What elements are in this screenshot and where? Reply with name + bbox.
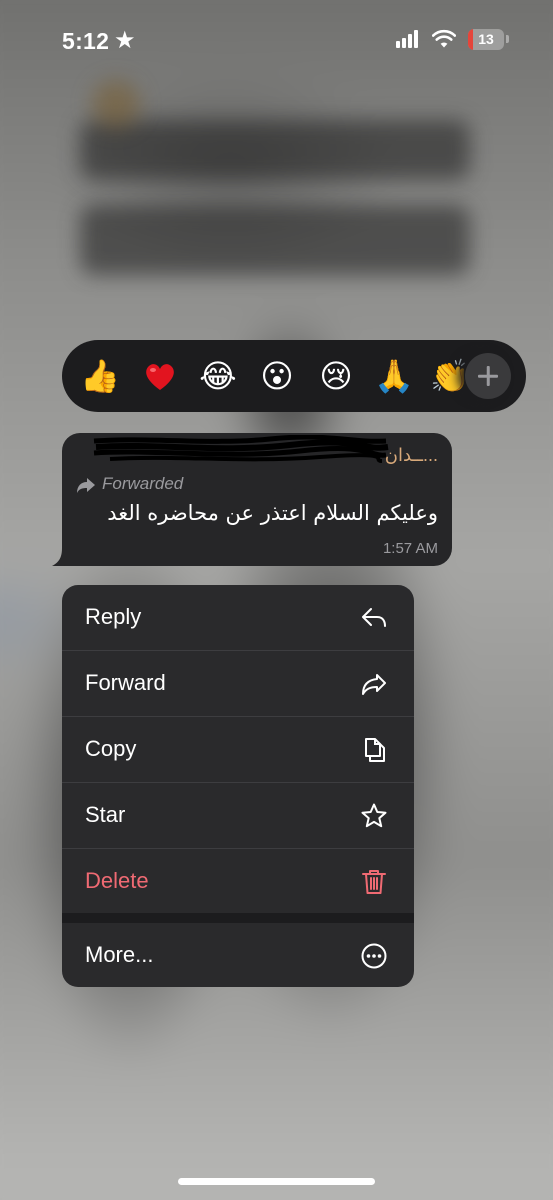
menu-item-forward[interactable]: Forward — [62, 651, 414, 717]
reply-icon — [362, 608, 386, 627]
more-ellipsis-icon — [361, 943, 387, 969]
forwarded-label: Forwarded — [102, 474, 184, 493]
menu-item-label: Star — [85, 802, 126, 827]
add-reaction-button[interactable] — [465, 353, 511, 399]
menu-item-delete[interactable]: Delete — [62, 849, 414, 915]
message-time: 1:57 AM — [382, 540, 438, 557]
reaction-surprised[interactable]: 😮 — [255, 354, 299, 398]
reaction-folded-hands[interactable]: 🙏 — [372, 354, 416, 398]
blurred-avatar — [92, 80, 140, 128]
context-menu: Reply Forward Copy Star Delete More... — [62, 585, 414, 987]
reaction-crying[interactable]: 😢 — [314, 354, 358, 398]
reaction-bar: 👍 😂 😮 😢 🙏 👏 — [62, 340, 526, 412]
forward-icon — [362, 674, 386, 695]
wifi-icon — [432, 29, 456, 48]
blurred-message — [80, 120, 470, 180]
copy-icon — [365, 738, 385, 762]
menu-item-label: Reply — [85, 604, 142, 629]
status-bar: 5:12 ★ 13 — [0, 0, 553, 84]
star-icon — [361, 803, 387, 828]
menu-item-star[interactable]: Star — [62, 783, 414, 849]
home-indicator[interactable] — [178, 1178, 375, 1185]
menu-separator — [62, 913, 414, 923]
cellular-signal-icon — [396, 30, 422, 48]
battery-cap — [506, 35, 509, 43]
message-bubble[interactable]: ...ــدان Forwarded وعليكم السلام اعتذر ع… — [62, 433, 452, 566]
clock: 5:12 — [62, 28, 110, 54]
redaction-scribble — [93, 435, 389, 463]
menu-item-reply[interactable]: Reply — [62, 585, 414, 651]
message-text: وعليكم السلام اعتذر عن محاضره الغد — [107, 501, 438, 525]
reaction-thumbs-up[interactable]: 👍 — [78, 354, 122, 398]
menu-item-label: Delete — [85, 868, 149, 893]
menu-item-copy[interactable]: Copy — [62, 717, 414, 783]
heart-icon — [146, 364, 174, 390]
menu-item-label: Copy — [85, 736, 137, 761]
menu-item-more[interactable]: More... — [62, 923, 414, 987]
battery-icon: 13 — [468, 29, 504, 50]
trash-icon — [362, 870, 386, 894]
forwarded-arrow-icon — [77, 478, 95, 493]
focus-star-icon: ★ — [114, 27, 136, 54]
reaction-tears-of-joy[interactable]: 😂 — [196, 354, 240, 398]
menu-item-label: More... — [85, 942, 154, 967]
menu-item-label: Forward — [85, 670, 166, 695]
blurred-message — [80, 205, 470, 275]
battery-level: 13 — [478, 31, 494, 47]
reaction-red-heart[interactable] — [138, 354, 182, 398]
